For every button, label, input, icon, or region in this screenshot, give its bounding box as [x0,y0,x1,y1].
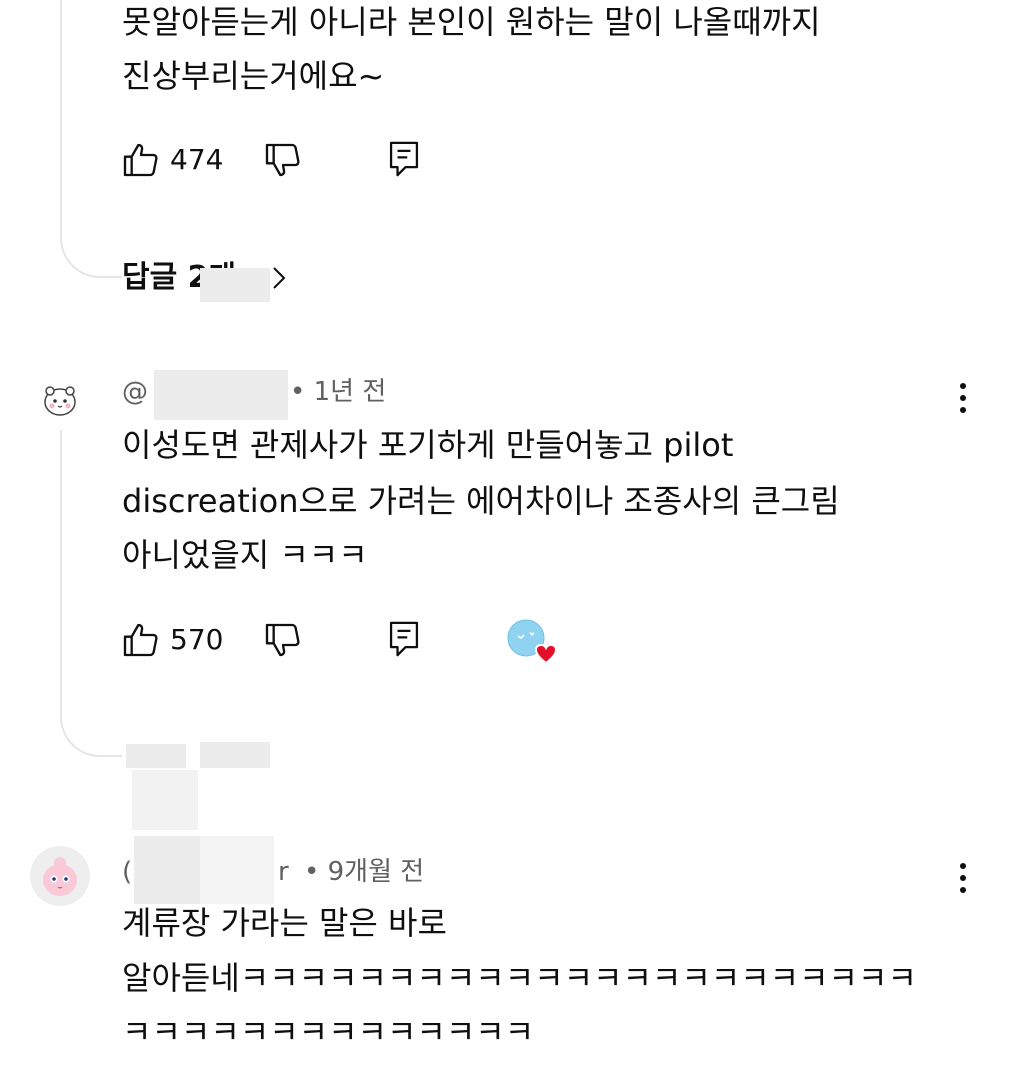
more-vert-icon[interactable] [948,378,978,418]
dislike-icon[interactable] [262,620,302,660]
comment-text-line: 아니었을지 ㅋㅋㅋ [122,536,368,574]
thread-connector [60,0,122,278]
censor-block [200,836,274,904]
comment-text-line: 진상부리는거에요~ [122,57,385,95]
censor-block [154,370,288,420]
comment-text-line: ㅋㅋㅋㅋㅋㅋㅋㅋㅋㅋㅋㅋㅋㅋ [122,1013,535,1051]
like-icon[interactable] [120,620,160,660]
avatar[interactable] [30,846,90,906]
like-count: 474 [170,143,224,176]
reply-icon[interactable] [384,618,424,660]
comment-timestamp: • 1년 전 [290,377,387,407]
censor-block [132,770,198,830]
comment-author[interactable]: ( [122,854,132,890]
author-handle-prefix: @ [122,377,148,407]
comment-timestamp: • 9개월 전 [304,857,425,887]
avatar[interactable] [40,380,80,420]
like-icon[interactable] [120,140,160,180]
creator-heart-icon [507,619,558,665]
reply-icon[interactable] [384,138,424,180]
chevron-right-icon[interactable] [266,262,290,294]
author-handle-prefix: ( [122,857,133,887]
comment-text-line: 알아듣네ㅋㅋㅋㅋㅋㅋㅋㅋㅋㅋㅋㅋㅋㅋㅋㅋㅋㅋㅋㅋㅋㅋㅋ [122,959,917,997]
censor-block [126,744,186,768]
comment-author[interactable]: @ [122,374,148,410]
author-handle-suffix: r [278,857,289,887]
comment-text-line: 계류장 가라는 말은 바로 [122,904,447,942]
more-vert-icon[interactable] [948,858,978,898]
censor-block [200,742,270,768]
comment-text-line: discreation으로 가려는 에어차이나 조종사의 큰그림 [122,482,840,520]
like-count: 570 [170,623,224,656]
comment-text-line: 못알아듣는게 아니라 본인이 원하는 말이 나올때까지 [122,3,821,41]
dislike-icon[interactable] [262,140,302,180]
comment-text-line: 이성도면 관제사가 포기하게 만들어놓고 pilot [122,426,734,464]
censor-block [200,268,270,302]
thread-connector [60,430,122,757]
censor-block [134,836,200,904]
